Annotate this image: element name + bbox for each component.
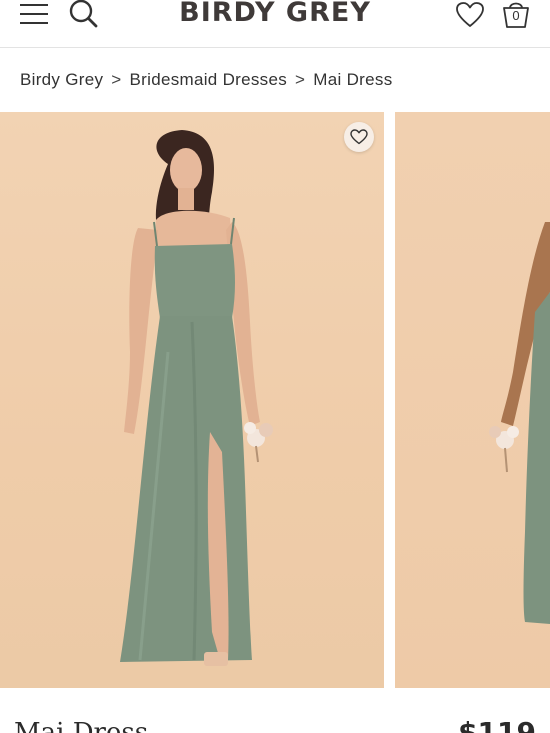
product-image-side[interactable] [395,112,550,688]
breadcrumb-item-mai-dress[interactable]: Mai Dress [313,70,392,89]
product-image-front[interactable] [0,112,384,688]
breadcrumb-separator: > [295,70,306,89]
breadcrumb-item-birdy-grey[interactable]: Birdy Grey [20,70,103,89]
breadcrumb: Birdy Grey > Bridesmaid Dresses > Mai Dress [20,70,393,90]
breadcrumb-item-bridesmaid-dresses[interactable]: Bridesmaid Dresses [130,70,288,89]
product-image-gallery[interactable] [0,112,550,688]
bag-count: 0 [512,8,520,23]
favorite-heart-icon[interactable] [344,122,374,152]
product-name: Mai Dress [14,718,149,733]
breadcrumb-separator: > [111,70,122,89]
site-header: BIRDY GREY 0 [0,0,550,48]
wishlist-heart-icon[interactable] [455,1,485,29]
product-price: $119 [458,716,536,733]
shopping-bag-icon[interactable]: 0 [500,0,532,30]
